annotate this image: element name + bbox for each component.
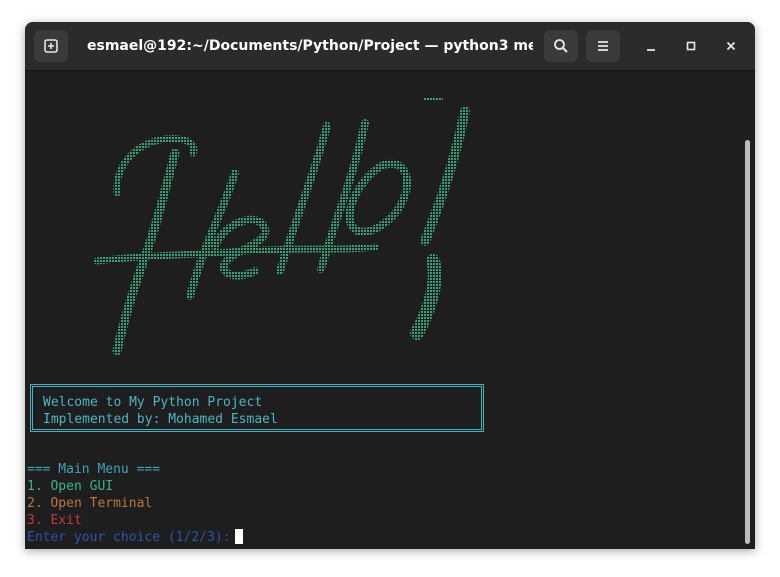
menu-item-open-terminal: 2. Open Terminal	[27, 496, 153, 511]
minimize-button[interactable]	[639, 34, 663, 58]
menu-heading: === Main Menu ===	[27, 462, 161, 477]
welcome-banner: Welcome to My Python Project Implemented…	[30, 384, 484, 432]
choice-prompt: Enter your choice (1/2/3):	[27, 530, 231, 545]
text-cursor	[234, 529, 243, 544]
search-button[interactable]	[544, 30, 578, 62]
ascii-art-hello	[93, 97, 470, 356]
welcome-line: Welcome to My Python Project	[43, 395, 263, 410]
vertical-scrollbar[interactable]	[745, 140, 750, 544]
hamburger-menu-icon	[598, 41, 608, 51]
terminal-content[interactable]: Welcome to My Python Project Implemented…	[25, 71, 755, 549]
menu-item-exit: 3. Exit	[27, 513, 82, 528]
terminal-window: esmael@192:~/Documents/Python/Project — …	[25, 22, 755, 549]
author-line: Implemented by: Mohamed Esmael	[43, 412, 278, 427]
close-button[interactable]	[719, 34, 743, 58]
minimize-icon	[647, 49, 655, 51]
menu-item-open-gui: 1. Open GUI	[27, 479, 114, 494]
maximize-icon	[686, 41, 696, 51]
input-prompt-line[interactable]: Enter your choice (1/2/3):	[27, 529, 243, 546]
maximize-button[interactable]	[679, 34, 703, 58]
main-menu: === Main Menu === 1. Open GUI 2. Open Te…	[27, 461, 243, 546]
new-tab-button[interactable]	[34, 30, 68, 62]
close-icon	[726, 41, 736, 51]
window-title: esmael@192:~/Documents/Python/Project — …	[87, 38, 533, 54]
new-tab-icon	[44, 39, 58, 53]
search-icon	[554, 39, 568, 53]
menu-button[interactable]	[586, 30, 620, 62]
title-bar: esmael@192:~/Documents/Python/Project — …	[25, 22, 755, 71]
